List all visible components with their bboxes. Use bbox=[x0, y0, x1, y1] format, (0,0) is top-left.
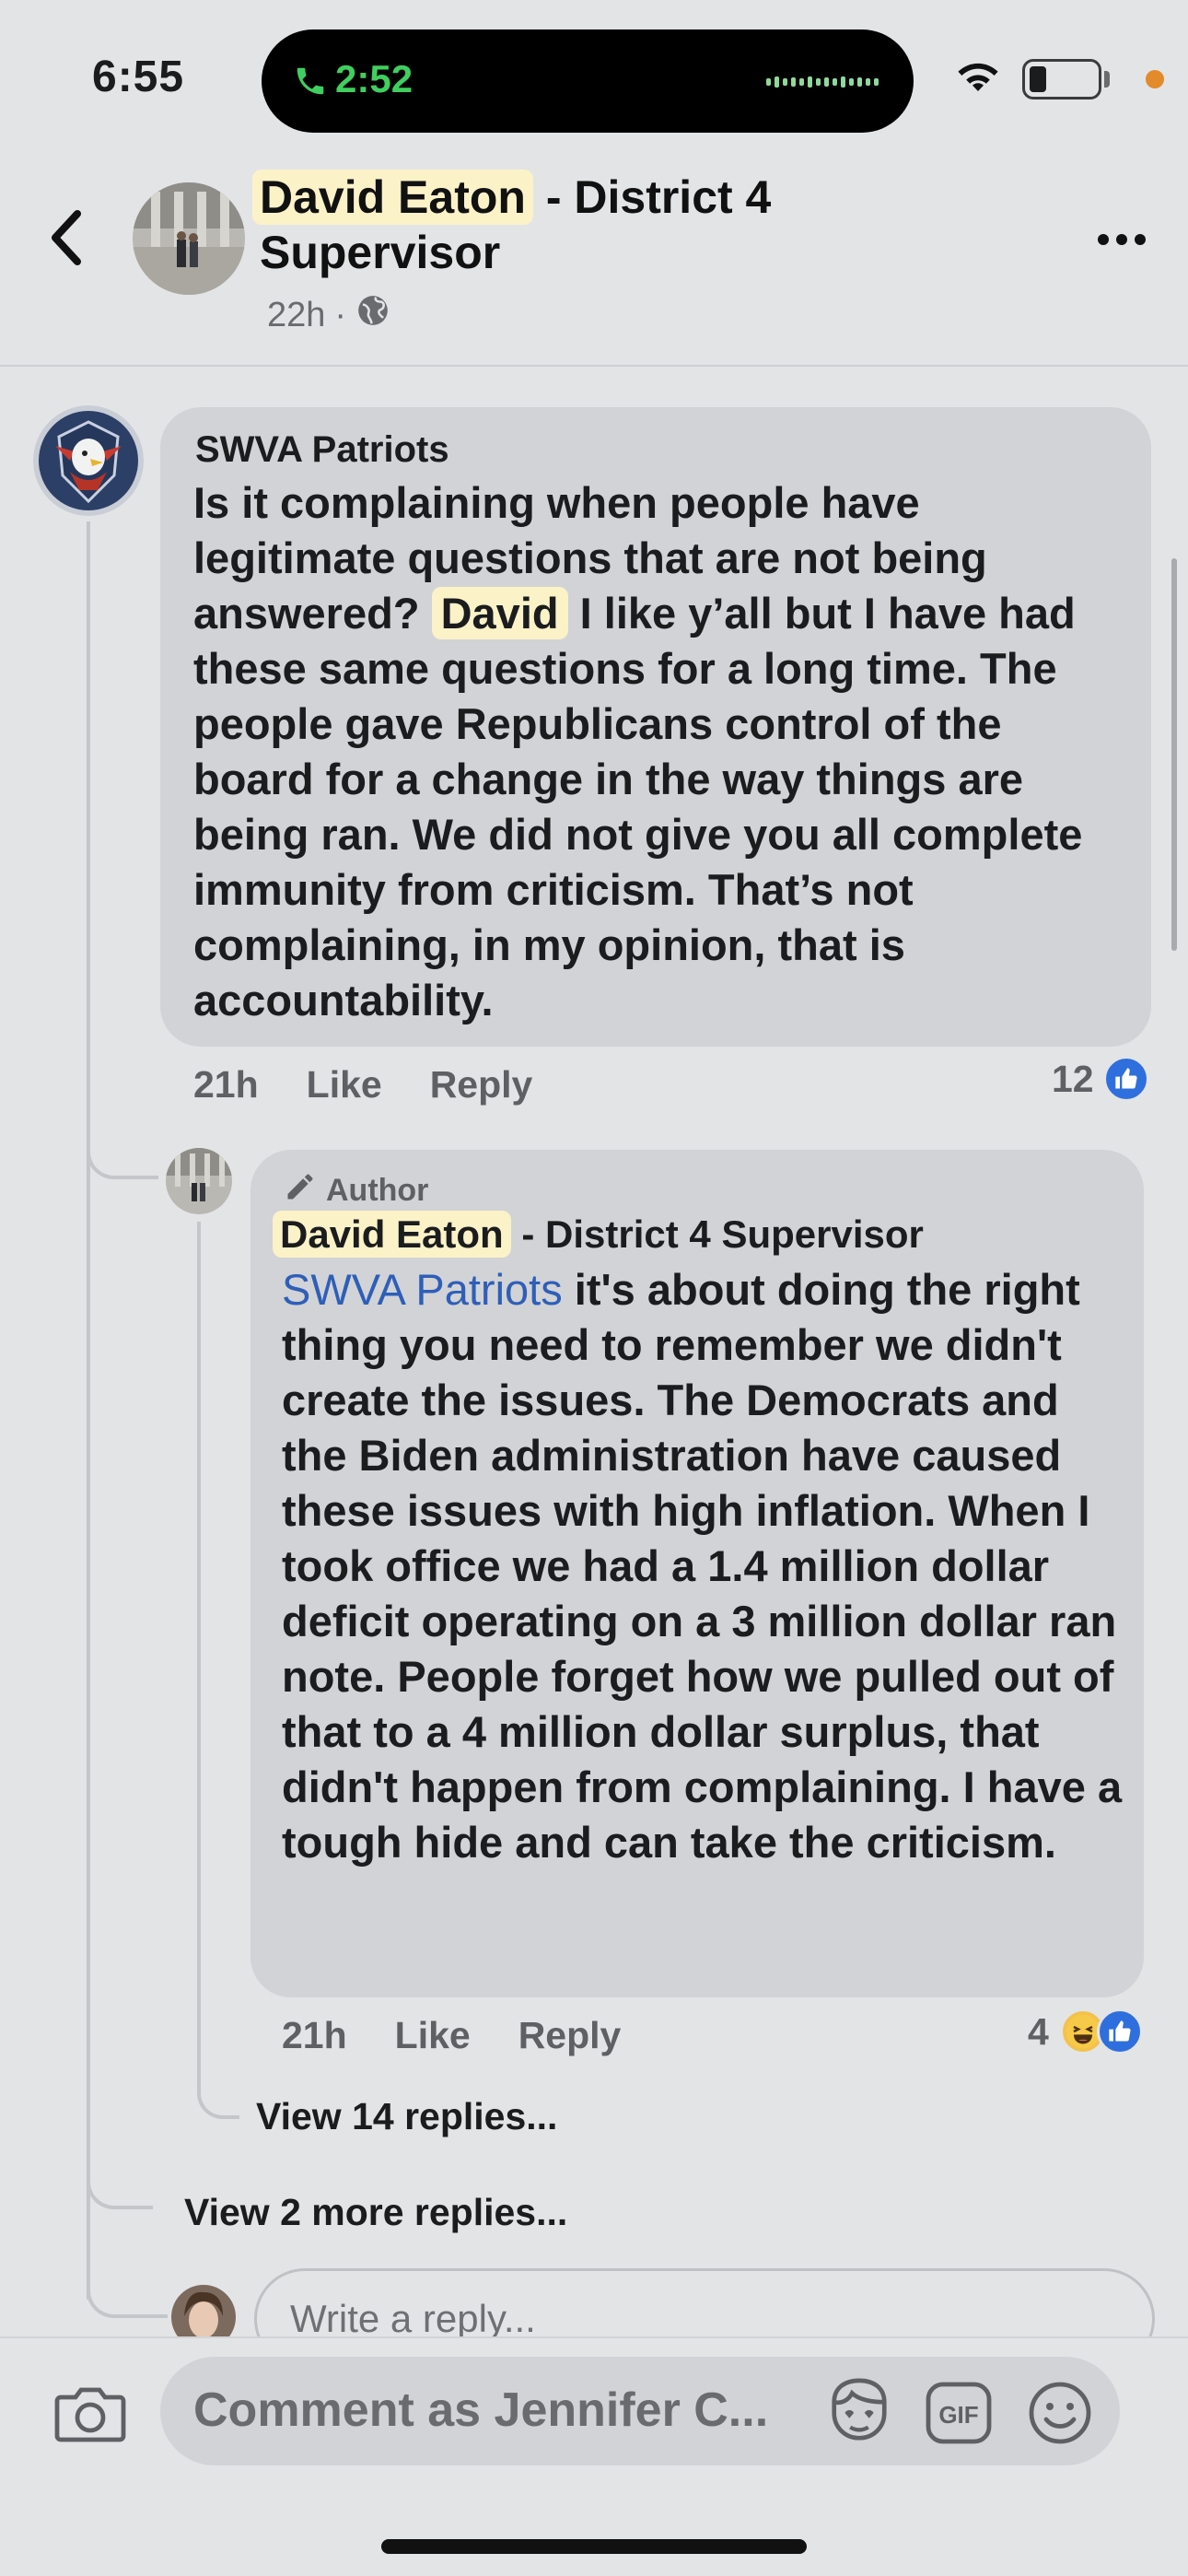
comment-author[interactable]: SWVA Patriots bbox=[195, 429, 449, 471]
globe-icon bbox=[355, 293, 390, 337]
pencil-icon bbox=[284, 1170, 317, 1212]
post-time: 22h bbox=[267, 295, 326, 334]
reply-text: SWVA Patriots it's about doing the right… bbox=[282, 1262, 1129, 1870]
reaction-summary[interactable]: 4 bbox=[1028, 2008, 1143, 2055]
reply-button[interactable]: Reply bbox=[518, 2014, 622, 2057]
like-reaction-icon bbox=[1102, 1056, 1149, 1102]
highlighted-name: David Eaton bbox=[273, 1211, 511, 1258]
thread-connector-4 bbox=[87, 2276, 168, 2318]
separator: · bbox=[334, 295, 347, 334]
more-icon[interactable] bbox=[1096, 232, 1147, 252]
home-indicator[interactable] bbox=[381, 2539, 807, 2554]
avatar-sticker-icon[interactable] bbox=[823, 2377, 895, 2450]
reply-author[interactable]: David Eaton - District 4 Supervisor bbox=[273, 1211, 924, 1258]
reply-actions: 21h Like Reply bbox=[282, 2014, 621, 2057]
like-button[interactable]: Like bbox=[307, 1063, 382, 1107]
comment-actions: 21h Like Reply bbox=[193, 1063, 532, 1107]
privacy-dot bbox=[1146, 70, 1164, 88]
author-label: Author bbox=[326, 1173, 429, 1208]
post-meta: 22h · bbox=[267, 293, 390, 337]
reply-time: 21h bbox=[282, 2014, 347, 2056]
commenter-avatar[interactable] bbox=[33, 405, 144, 516]
reaction-summary[interactable]: 12 bbox=[1052, 1056, 1149, 1102]
thread-line-main bbox=[87, 521, 90, 2300]
battery-icon bbox=[1022, 59, 1101, 100]
like-button[interactable]: Like bbox=[395, 2014, 471, 2057]
comment-text-end: I like y’all but I have had these same q… bbox=[193, 589, 1083, 1025]
battery-tip bbox=[1104, 71, 1110, 88]
call-indicator[interactable]: 2:52 bbox=[262, 29, 914, 133]
gif-label: GIF bbox=[938, 2401, 978, 2429]
title-suffix: - District 4 bbox=[532, 171, 772, 223]
camera-icon[interactable] bbox=[53, 2381, 127, 2450]
reply-author-suffix: - District 4 Supervisor bbox=[510, 1212, 924, 1256]
reaction-count: 4 bbox=[1028, 2009, 1049, 2053]
highlighted-name: David bbox=[431, 587, 568, 639]
mention-link[interactable]: SWVA Patriots bbox=[282, 1265, 563, 1314]
page-avatar[interactable] bbox=[133, 182, 245, 295]
audio-wave-icon bbox=[766, 76, 879, 88]
highlighted-name: David Eaton bbox=[252, 170, 533, 225]
page-title[interactable]: David Eaton - District 4 Supervisor bbox=[252, 170, 886, 280]
view-more-replies-link[interactable]: View 2 more replies... bbox=[184, 2191, 567, 2234]
emoji-icon[interactable] bbox=[1028, 2381, 1092, 2450]
phone-icon bbox=[293, 61, 328, 106]
thread-connector-3 bbox=[87, 2174, 153, 2209]
reply-button[interactable]: Reply bbox=[430, 1063, 533, 1107]
status-time: 6:55 bbox=[92, 53, 185, 101]
scrollbar[interactable] bbox=[1171, 558, 1177, 951]
gif-icon[interactable]: GIF bbox=[925, 2381, 993, 2450]
comment-time: 21h bbox=[193, 1063, 259, 1106]
comment-placeholder[interactable]: Comment as Jennifer C... bbox=[193, 2383, 768, 2438]
title-line2: Supervisor bbox=[260, 227, 501, 278]
thread-connector-2 bbox=[197, 2086, 239, 2119]
like-reaction-icon bbox=[1096, 2008, 1143, 2055]
thread-connector-1 bbox=[87, 1142, 158, 1179]
thread-line-sub bbox=[197, 1222, 201, 2088]
author-badge: Author bbox=[284, 1170, 428, 1212]
view-replies-link[interactable]: View 14 replies... bbox=[256, 2095, 557, 2138]
reply-author-avatar[interactable] bbox=[166, 1148, 232, 1214]
header-divider bbox=[0, 365, 1188, 367]
wifi-icon bbox=[952, 57, 1004, 102]
reply-body: it's about doing the right thing you nee… bbox=[282, 1265, 1123, 1867]
back-icon[interactable] bbox=[46, 208, 87, 272]
comment-text: Is it complaining when people have legit… bbox=[193, 475, 1133, 1028]
call-duration: 2:52 bbox=[335, 57, 413, 100]
reaction-count: 12 bbox=[1052, 1057, 1094, 1100]
